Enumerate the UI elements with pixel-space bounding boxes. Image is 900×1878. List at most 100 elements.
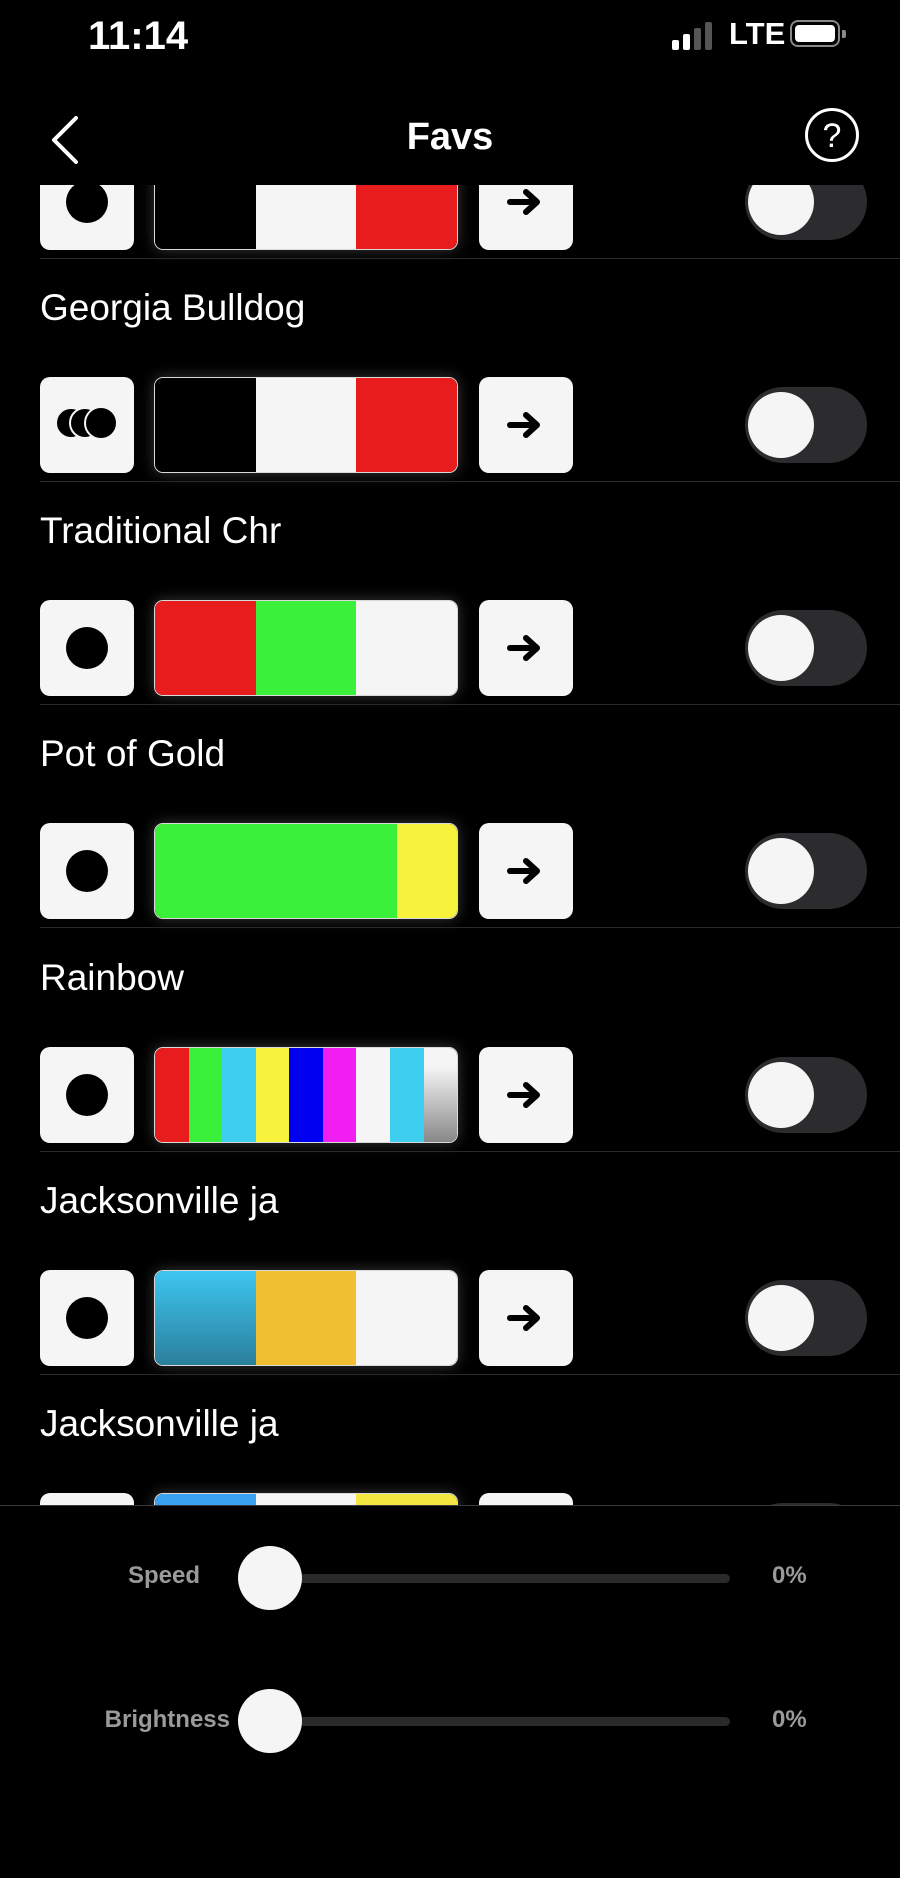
color-segment [255,1048,290,1142]
mode-button[interactable] [40,823,134,919]
mode-button[interactable] [40,1270,134,1366]
brightness-slider-track[interactable] [272,1717,730,1726]
status-time: 11:14 [88,14,189,58]
color-segment [222,1048,256,1142]
mode-button[interactable] [40,1047,134,1143]
toggle-knob [748,615,814,681]
toggle-knob [748,392,814,458]
mode-button[interactable] [40,377,134,473]
apply-button[interactable] [479,1493,573,1505]
color-strip[interactable] [154,185,458,250]
color-strip[interactable] [154,1493,458,1505]
arrow-right-icon [507,1082,540,1108]
color-segment [356,1048,390,1142]
battery-full-icon [790,20,846,47]
color-strip[interactable] [154,1047,458,1143]
mode-button[interactable] [40,1493,134,1505]
color-segment [356,601,457,695]
color-segment [155,1494,256,1505]
controls-panel: Speed 0% Brightness 0% [0,1505,900,1878]
apply-button[interactable] [479,823,573,919]
favorite-row: Jacksonville ja [0,1152,900,1375]
favorite-row: Rainbow [0,929,900,1152]
color-segment [356,378,457,472]
favorite-row: Jacksonville ja [0,1375,900,1505]
triple-circles-icon [54,403,120,448]
favorite-name: Rainbow [40,957,184,998]
apply-button[interactable] [479,377,573,473]
enable-toggle[interactable] [745,185,867,240]
single-dot-icon [66,627,108,669]
favorite-name: Jacksonville ja [40,1403,279,1444]
mode-button[interactable] [40,600,134,696]
brightness-value: 0% [772,1706,807,1733]
color-segment [155,1048,189,1142]
color-segment [155,824,397,918]
favorite-row [0,185,900,259]
favorite-name: Georgia Bulldog [40,287,306,328]
favorite-name: Jacksonville ja [40,1180,279,1221]
toggle-knob [748,185,814,235]
speed-slider-thumb[interactable] [238,1546,302,1610]
arrow-right-icon [507,635,540,661]
enable-toggle[interactable] [745,1280,867,1356]
row-divider [40,927,900,928]
color-segment [155,185,256,249]
toggle-knob [748,838,814,904]
arrow-right-icon [507,189,540,215]
single-dot-icon [66,850,108,892]
color-segment [389,1048,424,1142]
arrow-right-icon [507,858,540,884]
nav-bar: Favs ? [0,90,900,185]
status-bar: 11:14 LTE [0,0,900,80]
arrow-right-icon [507,412,540,438]
color-segment [188,1048,223,1142]
single-dot-icon [66,1074,108,1116]
single-dot-icon [66,185,108,223]
color-segment [396,824,457,918]
single-dot-icon [66,1297,108,1339]
network-type: LTE [729,16,786,51]
apply-button[interactable] [479,185,573,250]
speed-value: 0% [772,1562,807,1589]
mode-button[interactable] [40,185,134,250]
apply-button[interactable] [479,1270,573,1366]
color-segment [356,1494,457,1505]
help-button[interactable]: ? [805,108,859,162]
page-title: Favs [406,116,494,158]
color-segment [255,601,357,695]
favorite-name: Pot of Gold [40,733,226,774]
toggle-knob [748,1285,814,1351]
speed-slider-track[interactable] [272,1574,730,1583]
arrow-right-icon [507,1305,540,1331]
enable-toggle[interactable] [745,387,867,463]
color-segment [289,1048,323,1142]
color-strip[interactable] [154,823,458,919]
apply-button[interactable] [479,600,573,696]
brightness-slider-thumb[interactable] [238,1689,302,1753]
color-segment [255,1271,357,1365]
apply-button[interactable] [479,1047,573,1143]
color-segment [322,1048,357,1142]
color-segment [155,378,256,472]
favorites-list[interactable]: Georgia Bulldog Traditional Chr Pot of Gol… [0,185,900,1505]
enable-toggle[interactable] [745,610,867,686]
favorite-row: Pot of Gold [0,705,900,928]
color-segment [255,378,357,472]
color-strip[interactable] [154,377,458,473]
color-segment [155,1271,256,1365]
speed-label: Speed [127,1562,200,1589]
enable-toggle[interactable] [745,833,867,909]
favorite-row: Georgia Bulldog [0,259,900,482]
color-segment [255,1494,357,1505]
brightness-label: Brightness [104,1706,230,1733]
toggle-knob [748,1062,814,1128]
favorite-row: Traditional Chr [0,482,900,705]
color-segment [155,601,256,695]
color-segment [356,185,457,249]
color-segment [255,185,357,249]
color-strip[interactable] [154,600,458,696]
color-strip[interactable] [154,1270,458,1366]
color-segment [356,1271,457,1365]
enable-toggle[interactable] [745,1057,867,1133]
